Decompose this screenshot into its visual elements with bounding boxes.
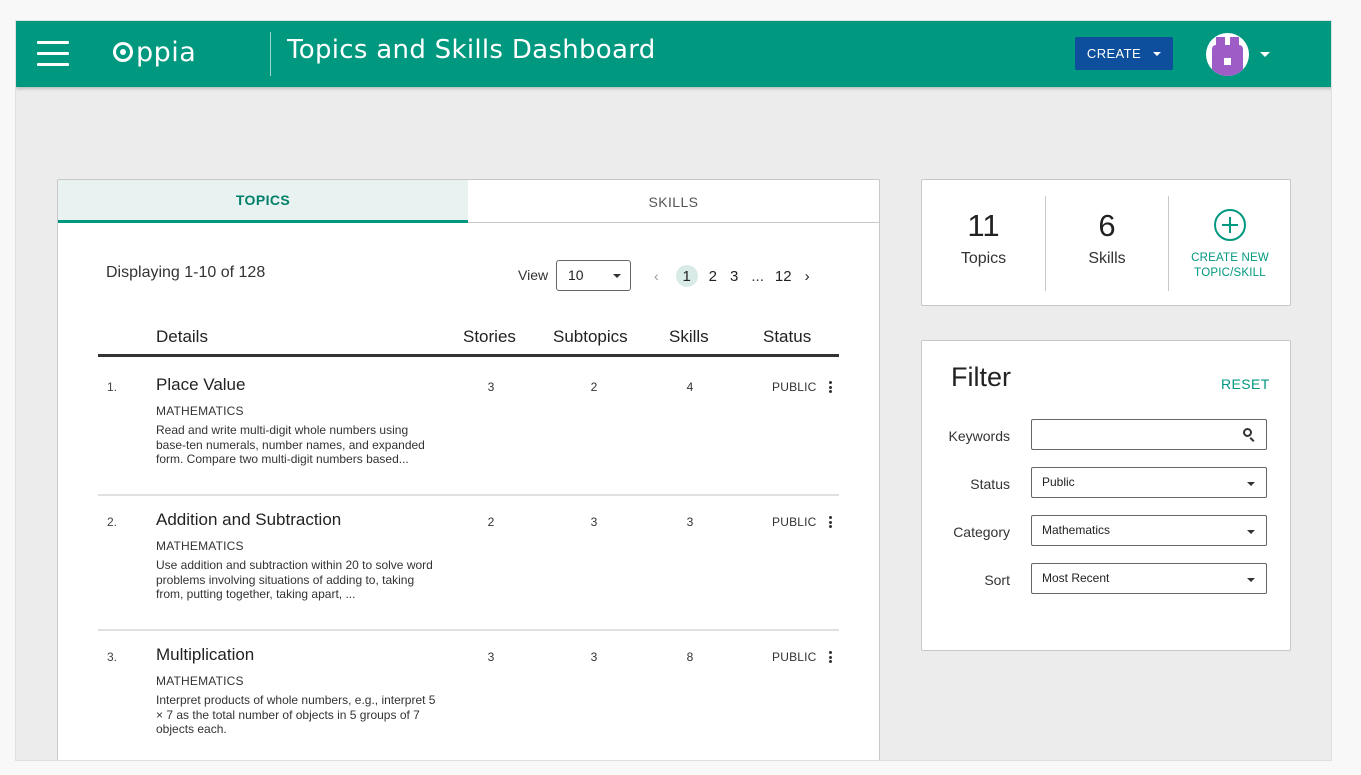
add-circle-icon [1214, 209, 1246, 241]
create-new-label: CREATE NEW TOPIC/SKILL [1168, 251, 1292, 280]
logo-text: ppia [136, 36, 197, 68]
subtopics-count: 2 [590, 380, 598, 394]
profile-dropdown-icon[interactable] [1260, 52, 1270, 57]
sort-label: Sort [984, 572, 1010, 588]
skills-stat: 6 Skills [1046, 180, 1168, 307]
top-navbar: ppia Topics and Skills Dashboard CREATE [16, 21, 1331, 87]
tab-topics[interactable]: TOPICS [58, 180, 468, 223]
header-status: Status [763, 327, 812, 346]
topic-name[interactable]: Multiplication [156, 645, 254, 665]
more-options-icon[interactable] [829, 516, 832, 530]
skills-label: Skills [1088, 250, 1126, 267]
reset-filter-button[interactable]: RESET [1221, 376, 1270, 392]
app-frame: ppia Topics and Skills Dashboard CREATE … [15, 20, 1332, 761]
search-icon [1243, 428, 1252, 437]
page-size-select[interactable]: 10 [556, 260, 631, 291]
header-stories: Stories [463, 327, 516, 346]
hamburger-menu-icon[interactable] [37, 41, 69, 67]
status-badge: PUBLIC [772, 515, 817, 529]
topics-count: 11 [967, 208, 1000, 243]
stories-count: 2 [487, 515, 495, 529]
row-number: 3. [107, 650, 118, 664]
pagination: ‹ 1 2 3 ... 12 › [654, 264, 823, 288]
navbar-divider [270, 32, 271, 76]
topic-category: MATHEMATICS [156, 674, 244, 688]
header-details: Details [156, 327, 208, 346]
topic-description: Interpret products of whole numbers, e.g… [156, 693, 436, 736]
status-value: Public [1042, 475, 1075, 489]
chevron-down-icon [1247, 482, 1255, 486]
chevron-down-icon [1247, 578, 1255, 582]
page-12-button[interactable]: 12 [775, 268, 792, 285]
stories-count: 3 [487, 650, 495, 664]
status-badge: PUBLIC [772, 650, 817, 664]
table-row[interactable]: 1. Place Value MATHEMATICS Read and writ… [98, 360, 839, 496]
skills-count: 3 [686, 515, 694, 529]
table-header: Details Stories Subtopics Skills Status [98, 325, 839, 357]
oppia-logo-icon [113, 42, 133, 62]
tab-skills[interactable]: SKILLS [468, 180, 879, 223]
page-1-button[interactable]: 1 [675, 265, 698, 287]
subtopics-count: 3 [590, 515, 598, 529]
create-new-label-line2: TOPIC/SKILL [1194, 266, 1266, 279]
stats-card: 11 Topics 6 Skills CREATE NEW TOPIC/SKIL… [921, 179, 1291, 306]
skills-count: 4 [686, 380, 694, 394]
filter-title: Filter [951, 362, 1011, 392]
topic-name[interactable]: Place Value [156, 375, 245, 395]
skills-count: 8 [686, 650, 694, 664]
chevron-down-icon [1153, 51, 1162, 56]
page-title: Topics and Skills Dashboard [287, 35, 656, 65]
row-number: 1. [107, 380, 118, 394]
topic-name[interactable]: Addition and Subtraction [156, 510, 341, 530]
status-label: Status [970, 476, 1010, 492]
filter-card: Filter RESET Keywords Status Public Cate… [921, 340, 1291, 651]
category-select[interactable]: Mathematics [1031, 515, 1267, 546]
sort-value: Most Recent [1042, 571, 1110, 585]
category-value: Mathematics [1042, 523, 1111, 537]
oppia-logo[interactable]: ppia [113, 34, 196, 70]
keywords-input[interactable] [1031, 419, 1267, 450]
subtopics-count: 3 [590, 650, 598, 664]
stories-count: 3 [487, 380, 495, 394]
more-options-icon[interactable] [829, 381, 832, 395]
topics-list-card: TOPICS SKILLS Displaying 1-10 of 128 Vie… [57, 179, 880, 760]
topics-label: Topics [960, 250, 1007, 267]
displaying-count: Displaying 1-10 of 128 [106, 264, 266, 281]
skills-count: 6 [1098, 208, 1116, 243]
topic-category: MATHEMATICS [156, 539, 244, 553]
page-3-button[interactable]: 3 [730, 268, 738, 285]
chevron-down-icon [1247, 530, 1255, 534]
row-number: 2. [107, 515, 118, 529]
user-avatar[interactable] [1206, 33, 1249, 76]
create-button[interactable]: CREATE [1075, 37, 1173, 70]
topic-description: Use addition and subtraction within 20 t… [156, 558, 433, 601]
view-label: View [518, 267, 549, 283]
create-new-topic-skill-button[interactable]: CREATE NEW TOPIC/SKILL [1168, 180, 1292, 307]
category-label: Category [953, 524, 1010, 540]
table-row[interactable]: 3. Multiplication MATHEMATICS Interpret … [98, 630, 839, 760]
next-page-button[interactable]: › [805, 268, 810, 285]
chevron-down-icon [613, 274, 621, 278]
table-row[interactable]: 2. Addition and Subtraction MATHEMATICS … [98, 495, 839, 631]
create-new-label-line1: CREATE NEW [1191, 252, 1269, 264]
header-skills: Skills [669, 327, 709, 346]
topic-category: MATHEMATICS [156, 404, 244, 418]
status-badge: PUBLIC [772, 380, 817, 394]
topics-stat: 11 Topics [922, 180, 1045, 307]
prev-page-button[interactable]: ‹ [654, 268, 659, 284]
keywords-label: Keywords [948, 428, 1010, 444]
create-button-label: CREATE [1086, 46, 1142, 61]
status-select[interactable]: Public [1031, 467, 1267, 498]
sort-select[interactable]: Most Recent [1031, 563, 1267, 594]
page-size-value: 10 [568, 267, 584, 283]
more-options-icon[interactable] [829, 651, 832, 665]
page-2-button[interactable]: 2 [709, 268, 717, 285]
topic-description: Read and write multi-digit whole numbers… [156, 423, 425, 466]
tab-bar: TOPICS SKILLS [58, 180, 879, 223]
pagination-ellipsis: ... [751, 267, 764, 285]
header-subtopics: Subtopics [553, 327, 628, 346]
